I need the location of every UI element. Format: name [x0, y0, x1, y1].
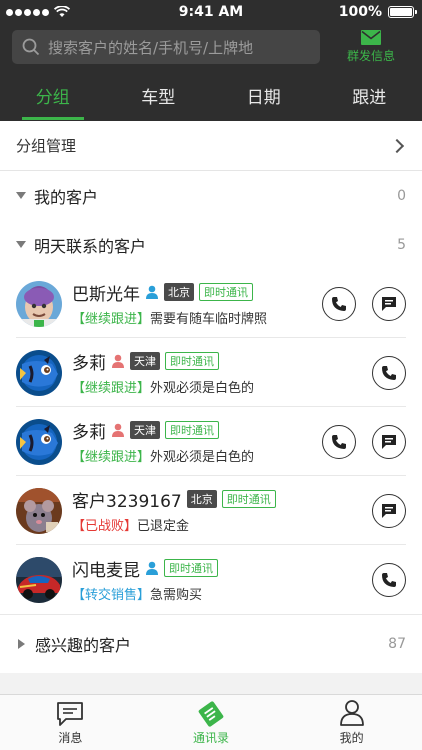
- tab-date[interactable]: 日期: [211, 70, 317, 120]
- group-interested: 感兴趣的客户 87: [0, 614, 422, 673]
- group-management-label: 分组管理: [16, 137, 77, 155]
- phone-icon: [332, 296, 346, 311]
- group-management-row[interactable]: 分组管理: [0, 121, 422, 171]
- call-button[interactable]: [322, 286, 356, 321]
- customer-note: 需要有随车临时牌照: [150, 312, 268, 327]
- male-person-icon: [146, 561, 158, 575]
- female-person-icon: [112, 423, 124, 437]
- city-tag: 北京: [186, 490, 217, 508]
- customer-name: 多莉: [72, 422, 106, 443]
- customer-name: 巴斯光年: [72, 284, 140, 305]
- status-label: 【继续跟进】: [72, 312, 151, 327]
- search-input[interactable]: 搜索客户的姓名/手机号/上牌地: [12, 30, 320, 64]
- customer-row[interactable]: 闪电麦昆 即时通讯 【转交销售】急需购买: [0, 545, 422, 614]
- customer-row[interactable]: 多莉 天津 即时通讯 【继续跟进】外观必须是白色的: [0, 407, 422, 476]
- chat-icon: [382, 434, 396, 449]
- group-tomorrow: 明天联系的客户 5 巴斯光年 北京 即时通讯 【继续跟进】需要有随车临时牌照 多…: [0, 220, 422, 614]
- tab-label: 车型: [141, 87, 176, 108]
- im-tag[interactable]: 即时通讯: [165, 352, 219, 370]
- city-tag: 天津: [130, 421, 160, 439]
- group-count: 0: [397, 187, 406, 204]
- caret-right-icon: [18, 639, 25, 649]
- chat-icon: [382, 503, 396, 518]
- customer-note: 急需购买: [150, 588, 203, 603]
- male-person-icon: [146, 285, 158, 299]
- group-title: 感兴趣的客户: [35, 636, 132, 655]
- message-icon: [57, 702, 84, 726]
- chat-button[interactable]: [372, 286, 406, 321]
- tab-group[interactable]: 分组: [0, 70, 106, 120]
- im-tag[interactable]: 即时通讯: [221, 490, 276, 508]
- status-time: 9:41 AM: [178, 4, 244, 20]
- chat-button[interactable]: [372, 493, 406, 528]
- tab-label: 日期: [246, 87, 281, 108]
- customer-name: 多莉: [72, 353, 106, 374]
- customer-note: 外观必须是白色的: [150, 450, 255, 465]
- status-label: 【继续跟进】: [72, 450, 151, 465]
- chat-button[interactable]: [372, 424, 406, 459]
- call-button[interactable]: [372, 355, 406, 390]
- battery-icon: [388, 6, 417, 18]
- profile-icon: [339, 700, 364, 726]
- status-bar: 9:41 AM 100%: [0, 0, 422, 24]
- bottom-tab-bar: 消息 通讯录 我的: [0, 694, 422, 750]
- im-tag[interactable]: 即时通讯: [199, 283, 253, 301]
- im-tag[interactable]: 即时通讯: [164, 559, 218, 577]
- phone-icon: [332, 434, 346, 449]
- tab-label: 通讯录: [193, 731, 230, 745]
- tab-label: 分组: [35, 87, 70, 108]
- caret-down-icon: [16, 192, 26, 199]
- mail-icon: [361, 30, 381, 45]
- group-count: 5: [397, 236, 406, 253]
- tab-contacts[interactable]: 通讯录: [141, 695, 282, 750]
- phone-icon: [382, 572, 396, 587]
- customer-row[interactable]: 客户3239167 北京 即时通讯 【已战败】已退定金: [0, 476, 422, 545]
- search-placeholder: 搜索客户的姓名/手机号/上牌地: [48, 38, 254, 57]
- city-tag: 天津: [130, 352, 160, 370]
- search-icon: [22, 38, 40, 56]
- car-avatar: [16, 556, 62, 603]
- customer-name: 闪电麦昆: [72, 560, 140, 581]
- call-button[interactable]: [322, 424, 356, 459]
- group-count: 87: [388, 636, 406, 652]
- customer-note: 外观必须是白色的: [150, 381, 255, 396]
- status-label: 【继续跟进】: [72, 381, 151, 396]
- status-label: 【已战败】: [72, 519, 138, 534]
- group-title: 我的客户: [34, 187, 99, 207]
- customer-name: 客户3239167: [72, 491, 182, 512]
- tab-label: 我的: [339, 731, 364, 745]
- group-header-my-customers[interactable]: 我的客户 0: [0, 171, 422, 220]
- im-tag[interactable]: 即时通讯: [165, 421, 219, 439]
- filter-tabs: 分组 车型 日期 跟进: [0, 70, 422, 120]
- fish-avatar: [16, 349, 62, 396]
- group-my-customers: 我的客户 0: [0, 171, 422, 220]
- buzz-avatar: [16, 280, 62, 327]
- city-tag: 北京: [164, 283, 194, 301]
- tab-car-model[interactable]: 车型: [106, 70, 212, 120]
- contacts-icon: [198, 701, 224, 727]
- caret-down-icon: [16, 241, 26, 248]
- tab-messages[interactable]: 消息: [0, 695, 141, 750]
- tab-profile[interactable]: 我的: [281, 695, 422, 750]
- header: 9:41 AM 100% 搜索客户的姓名/手机号/上牌地 群发信息 分组 车型 …: [0, 0, 422, 121]
- tab-label: 消息: [58, 731, 83, 745]
- female-person-icon: [112, 354, 124, 368]
- bulk-message-label: 群发信息: [346, 49, 395, 63]
- customer-note: 已退定金: [137, 519, 190, 534]
- group-title: 明天联系的客户: [34, 236, 147, 256]
- group-header-tomorrow[interactable]: 明天联系的客户 5: [0, 220, 422, 269]
- chevron-right-icon: [389, 138, 405, 153]
- tab-label: 跟进: [352, 87, 387, 108]
- customer-row[interactable]: 巴斯光年 北京 即时通讯 【继续跟进】需要有随车临时牌照: [0, 269, 422, 338]
- customer-row[interactable]: 多莉 天津 即时通讯 【继续跟进】外观必须是白色的: [0, 338, 422, 407]
- phone-icon: [382, 365, 396, 380]
- rat-avatar: [16, 487, 62, 534]
- status-label: 【转交销售】: [72, 588, 151, 603]
- bulk-message-button[interactable]: 群发信息: [330, 30, 412, 64]
- fish-avatar: [16, 418, 62, 465]
- tab-follow-up[interactable]: 跟进: [317, 70, 422, 120]
- chat-icon: [382, 296, 396, 311]
- call-button[interactable]: [372, 562, 406, 597]
- group-header-interested[interactable]: 感兴趣的客户 87: [0, 615, 422, 673]
